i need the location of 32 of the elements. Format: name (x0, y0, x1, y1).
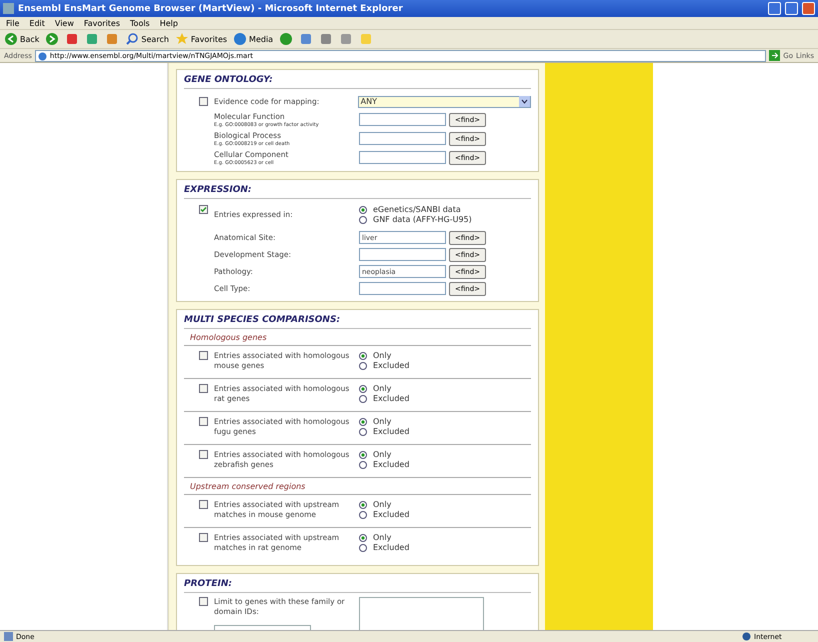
radio-label: Only (373, 351, 392, 360)
section-title: MULTI SPECIES COMPARISONS: (184, 310, 531, 329)
radio-label: Excluded (373, 510, 410, 519)
toolbar-label[interactable]: Back (20, 34, 40, 44)
evidence-dropdown[interactable]: ANY (358, 96, 531, 108)
toolbar-label[interactable]: Favorites (190, 34, 228, 44)
radio-label: GNF data (AFFY-HG-U95) (373, 215, 472, 224)
toolbar-label[interactable]: Search (141, 34, 169, 44)
subsection-title: Homologous genes (184, 329, 531, 346)
radio-label: Excluded (373, 543, 410, 552)
menu-item[interactable]: Favorites (84, 18, 120, 28)
radio-label: Excluded (373, 460, 410, 469)
section-title: PROTEIN: (184, 574, 531, 593)
toolbar-label[interactable]: Media (249, 34, 274, 44)
radio-label: eGenetics/SANBI data (373, 205, 461, 214)
radio-label: Only (373, 450, 392, 459)
menu-item[interactable]: View (54, 18, 74, 28)
menu-item[interactable]: Tools (130, 18, 150, 28)
section-title: EXPRESSION: (184, 180, 531, 199)
radio-label: Only (373, 384, 392, 393)
menu-item[interactable]: File (6, 18, 20, 28)
menu-item[interactable]: Edit (29, 18, 45, 28)
radio-label: Excluded (373, 394, 410, 403)
radio-label: Only (373, 417, 392, 426)
menu-item[interactable]: Help (160, 18, 178, 28)
radio-label: Only (373, 500, 392, 509)
radio-label: Excluded (373, 361, 410, 370)
subsection-title: Upstream conserved regions (184, 478, 531, 495)
radio-label: Excluded (373, 427, 410, 436)
section-title: GENE ONTOLOGY: (184, 70, 531, 89)
radio-label: Only (373, 533, 392, 542)
window-title: Ensembl EnsMart Genome Browser (MartView) - Microsoft Internet Explorer (18, 4, 404, 14)
